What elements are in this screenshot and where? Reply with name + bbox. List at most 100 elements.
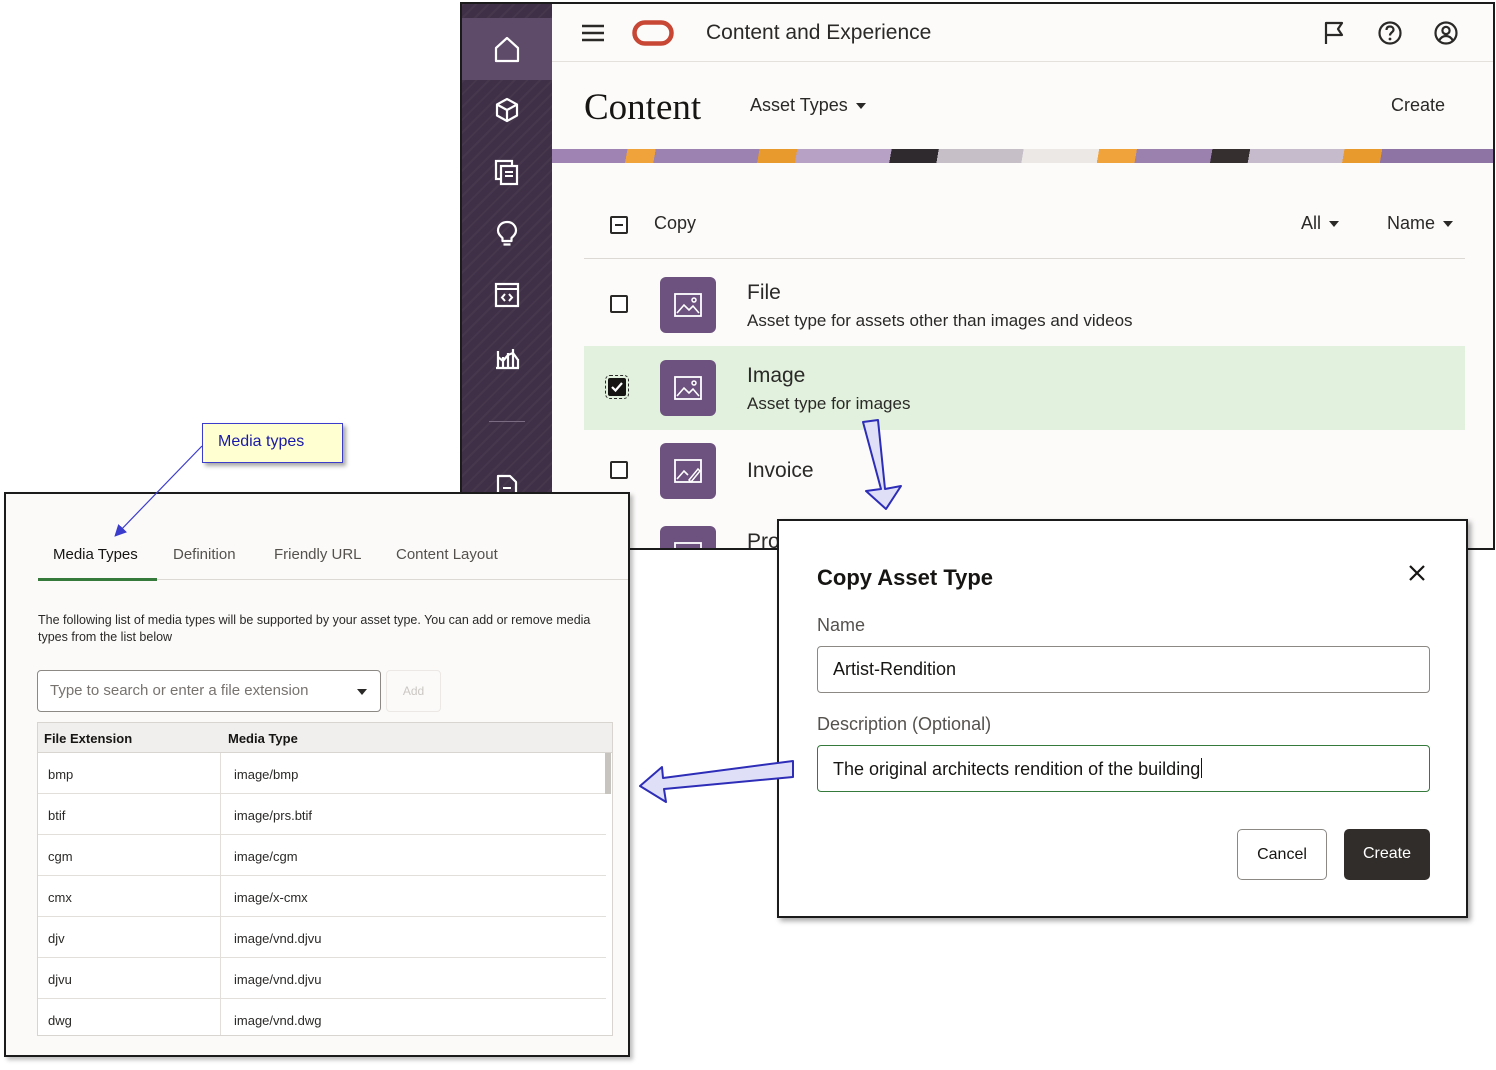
- table-scrollbar[interactable]: [605, 753, 611, 794]
- asset-row-invoice[interactable]: Invoice: [584, 429, 1465, 513]
- row-checkbox[interactable]: [610, 461, 628, 479]
- form-asset-icon: [660, 526, 716, 548]
- name-label: Name: [817, 615, 866, 635]
- asset-description: Asset type for assets other than images …: [747, 311, 1133, 330]
- copy-asset-type-dialog: Copy Asset Type Name Artist-Rendition De…: [777, 519, 1468, 918]
- asset-types-dropdown[interactable]: Asset Types: [750, 95, 866, 116]
- file-extension-cell: djvu: [48, 972, 72, 987]
- filter-dropdown[interactable]: All: [1301, 213, 1339, 234]
- home-nav-button[interactable]: [462, 18, 552, 80]
- collections-icon: [494, 159, 519, 186]
- copy-action-button[interactable]: Copy: [654, 213, 696, 234]
- image-asset-icon: [660, 360, 716, 416]
- box-icon: [495, 97, 519, 123]
- oracle-logo-icon: [632, 20, 674, 46]
- analytics-nav-button[interactable]: [462, 326, 552, 388]
- table-row[interactable]: bmp image/bmp: [38, 753, 606, 794]
- list-toolbar: Copy All Name: [584, 199, 1465, 259]
- media-type-cell: image/vnd.djvu: [234, 931, 322, 946]
- asset-name: File: [747, 281, 781, 304]
- media-types-panel: Media Types Definition Friendly URL Cont…: [4, 492, 630, 1057]
- chevron-down-icon: [1443, 221, 1453, 228]
- table-row[interactable]: btif image/prs.btif: [38, 794, 606, 835]
- create-button[interactable]: Create: [1391, 95, 1445, 116]
- table-row[interactable]: djvu image/vnd.djvu: [38, 958, 606, 999]
- developer-icon: [494, 282, 520, 308]
- flag-icon[interactable]: [1321, 20, 1347, 46]
- file-extension-cell: cmx: [48, 890, 72, 905]
- checkmark-icon: [611, 382, 623, 393]
- select-all-checkbox[interactable]: [610, 216, 628, 234]
- asset-name: Pro: [747, 530, 780, 550]
- description-value: The original architects rendition of the…: [833, 759, 1201, 779]
- text-cursor: [1201, 758, 1203, 778]
- navigation-rail: [462, 4, 552, 548]
- ideas-nav-button[interactable]: [462, 202, 552, 264]
- description-label: Description (Optional): [817, 714, 992, 734]
- asset-row-image[interactable]: Image Asset type for images: [584, 346, 1465, 430]
- media-type-cell: image/cgm: [234, 849, 298, 864]
- developer-nav-button[interactable]: [462, 264, 552, 326]
- sort-label: Name: [1386, 213, 1435, 233]
- name-value: Artist-Rendition: [833, 659, 957, 679]
- cancel-button[interactable]: Cancel: [1237, 829, 1327, 880]
- media-type-cell: image/vnd.dwg: [234, 1013, 322, 1028]
- table-row[interactable]: djv image/vnd.djvu: [38, 917, 606, 958]
- asset-row-file[interactable]: File Asset type for assets other than im…: [584, 263, 1465, 347]
- table-header: File Extension Media Type: [38, 723, 612, 753]
- home-icon: [494, 36, 520, 63]
- help-icon[interactable]: [1377, 20, 1403, 46]
- media-type-search-input[interactable]: Type to search or enter a file extension: [37, 670, 381, 712]
- tab-friendly-url[interactable]: Friendly URL: [274, 546, 362, 563]
- add-media-type-button[interactable]: Add: [386, 670, 441, 712]
- media-types-intro: The following list of media types will b…: [38, 613, 591, 644]
- media-type-cell: image/bmp: [234, 767, 299, 782]
- image-edit-asset-icon: [660, 443, 716, 499]
- column-header-media-type: Media Type: [228, 731, 298, 746]
- collections-nav-button[interactable]: [462, 141, 552, 203]
- file-extension-cell: cgm: [48, 849, 73, 864]
- table-row[interactable]: cgm image/cgm: [38, 835, 606, 876]
- hamburger-menu-icon[interactable]: [580, 21, 606, 45]
- asset-type-tabs: Media Types Definition Friendly URL Cont…: [38, 534, 628, 581]
- close-icon[interactable]: [1408, 564, 1426, 582]
- page-title: Content: [584, 87, 702, 128]
- dialog-title: Copy Asset Type: [817, 565, 994, 590]
- left-arrow: [639, 760, 794, 803]
- row-checkbox-checked[interactable]: [605, 375, 629, 399]
- image-asset-icon: [660, 277, 716, 333]
- table-row[interactable]: dwg image/vnd.dwg: [38, 999, 606, 1035]
- create-button[interactable]: Create: [1344, 829, 1430, 880]
- media-types-table: File Extension Media Type bmp image/bmp b…: [37, 722, 613, 1036]
- tab-media-types[interactable]: Media Types: [53, 546, 138, 563]
- media-type-cell: image/x-cmx: [234, 890, 308, 905]
- file-extension-cell: djv: [48, 931, 65, 946]
- row-checkbox[interactable]: [610, 295, 628, 313]
- column-header-extension: File Extension: [44, 731, 133, 746]
- content-app-window: Content and Experience Content Asset Typ…: [460, 2, 1495, 550]
- analytics-icon: [496, 349, 520, 370]
- app-title: Content and Experience: [706, 21, 932, 44]
- decorative-banner: [552, 149, 1493, 163]
- asset-description: Asset type for images: [747, 394, 911, 413]
- search-placeholder: Type to search or enter a file extension: [50, 682, 309, 699]
- name-field[interactable]: Artist-Rendition: [817, 646, 1430, 693]
- table-row[interactable]: cmx image/x-cmx: [38, 876, 606, 917]
- asset-name: Image: [747, 364, 806, 387]
- lightbulb-icon: [496, 220, 518, 246]
- media-types-callout: Media types: [202, 423, 343, 463]
- description-field[interactable]: The original architects rendition of the…: [817, 745, 1430, 792]
- rail-divider: [489, 421, 525, 422]
- asset-name: Invoice: [747, 459, 814, 482]
- sort-dropdown[interactable]: Name: [1387, 213, 1453, 234]
- assets-nav-button[interactable]: [462, 79, 552, 141]
- user-avatar-icon[interactable]: [1433, 20, 1459, 46]
- media-type-cell: image/vnd.djvu: [234, 972, 322, 987]
- chevron-down-icon[interactable]: [357, 689, 367, 695]
- chevron-down-icon: [855, 103, 866, 110]
- filter-label: All: [1300, 213, 1321, 233]
- tab-content-layout[interactable]: Content Layout: [396, 546, 498, 563]
- tab-definition[interactable]: Definition: [173, 546, 236, 563]
- file-extension-cell: dwg: [48, 1013, 72, 1028]
- active-tab-indicator: [38, 578, 157, 581]
